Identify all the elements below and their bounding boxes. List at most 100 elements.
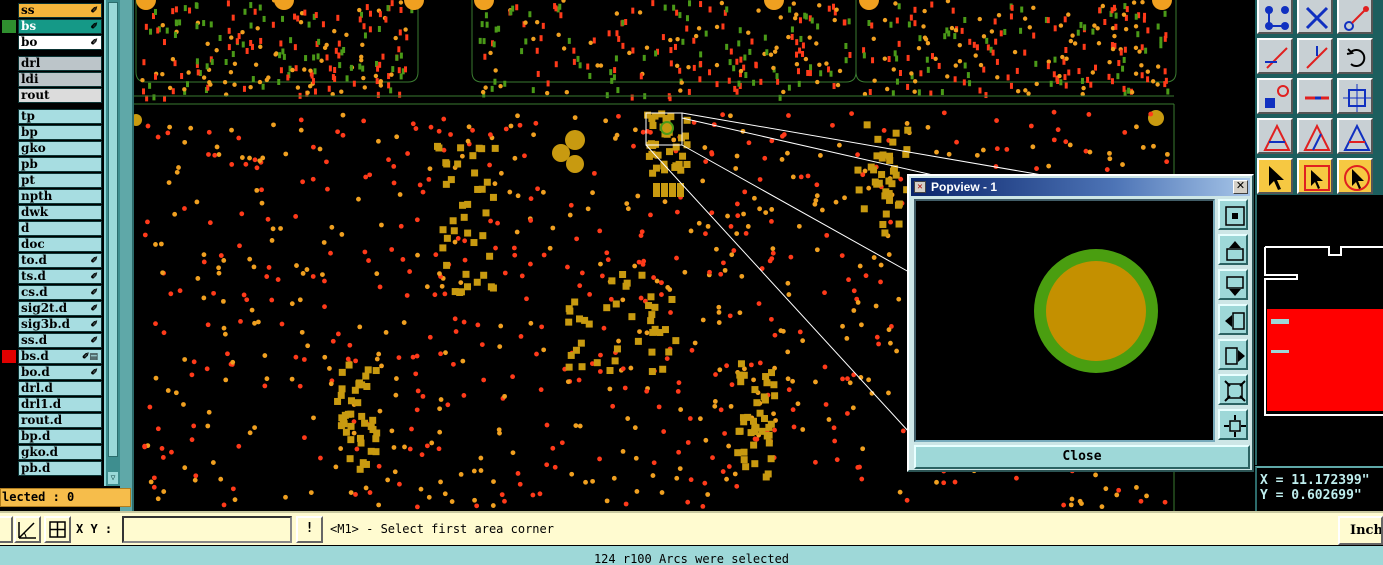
pan-right-button[interactable] — [1218, 339, 1248, 370]
layer-color-swatch[interactable] — [2, 366, 16, 379]
layer-row[interactable]: drl1.d — [0, 397, 102, 412]
layer-color-swatch[interactable] — [2, 110, 16, 123]
zoom-in-button[interactable] — [1218, 374, 1248, 405]
layer-color-swatch[interactable] — [2, 382, 16, 395]
pan-left-button[interactable] — [1218, 304, 1248, 335]
close-icon[interactable]: ✕ — [1233, 180, 1248, 194]
minus-button[interactable] — [1297, 78, 1333, 114]
scroll-down-arrow-icon[interactable]: ▽ — [108, 472, 118, 484]
layer-color-swatch[interactable] — [2, 446, 16, 459]
line-edit-button[interactable] — [1297, 38, 1333, 74]
layer-row[interactable]: npth — [0, 189, 102, 204]
layer-name[interactable]: drl.d — [18, 381, 102, 396]
layer-row[interactable]: ts.d ✐ — [0, 269, 102, 284]
layer-name[interactable]: doc — [18, 237, 102, 252]
layer-color-swatch[interactable] — [2, 254, 16, 267]
layer-row[interactable]: cs.d ✐ — [0, 285, 102, 300]
layer-color-swatch[interactable] — [2, 302, 16, 315]
layer-row[interactable]: dwk — [0, 205, 102, 220]
layer-name[interactable]: ss.d ✐ — [18, 333, 102, 348]
layer-row[interactable]: drl.d — [0, 381, 102, 396]
layer-color-swatch[interactable] — [2, 334, 16, 347]
pointer-circle-button[interactable] — [1337, 158, 1373, 194]
net-select-button[interactable] — [1337, 0, 1373, 34]
layer-row[interactable]: ss.d ✐ — [0, 333, 102, 348]
layer-name[interactable]: gko — [18, 141, 102, 156]
layer-color-swatch[interactable] — [2, 174, 16, 187]
layer-name[interactable]: bp — [18, 125, 102, 140]
layer-color-swatch[interactable] — [2, 4, 16, 17]
line-select-button[interactable] — [1257, 38, 1293, 74]
layer-row[interactable]: tp — [0, 109, 102, 124]
layer-name[interactable]: ldi — [18, 72, 102, 87]
layer-name[interactable]: tp — [18, 109, 102, 124]
layer-name[interactable]: bs.d ✐▤ — [18, 349, 102, 364]
layer-name[interactable]: bo.d ✐ — [18, 365, 102, 380]
layer-name[interactable]: rout — [18, 88, 102, 103]
layer-color-swatch[interactable] — [2, 142, 16, 155]
layer-name[interactable]: bs ✐ — [18, 19, 102, 34]
layer-row[interactable]: rout.d — [0, 413, 102, 428]
layer-row[interactable]: bs.d ✐▤ — [0, 349, 102, 364]
layer-color-swatch[interactable] — [2, 414, 16, 427]
layer-color-swatch[interactable] — [2, 73, 16, 86]
edit-layer-icon[interactable]: ✐ — [90, 21, 98, 34]
window-system-icon[interactable]: ✕ — [914, 181, 926, 193]
layer-name[interactable]: d — [18, 221, 102, 236]
edit-layer-icon[interactable]: ✐ — [90, 271, 98, 284]
layer-color-swatch[interactable] — [2, 158, 16, 171]
layer-color-swatch[interactable] — [2, 126, 16, 139]
pad-select-button[interactable] — [1257, 78, 1293, 114]
layer-color-swatch[interactable] — [2, 190, 16, 203]
layer-name[interactable]: drl — [18, 56, 102, 71]
layer-color-swatch[interactable] — [2, 398, 16, 411]
layer-row[interactable]: pb.d — [0, 461, 102, 476]
edit-layer-icon[interactable]: ✐ — [90, 367, 98, 380]
xy-coordinate-input[interactable] — [122, 516, 292, 543]
layer-name[interactable]: npth — [18, 189, 102, 204]
layer-row[interactable]: gko.d — [0, 445, 102, 460]
layer-name[interactable]: gko.d — [18, 445, 102, 460]
select-connected-button[interactable] — [1257, 0, 1293, 34]
layer-row[interactable]: drl — [0, 56, 102, 71]
layer-row[interactable]: bp.d — [0, 429, 102, 444]
layer-name[interactable]: bo ✐ — [18, 35, 102, 50]
layer-row[interactable]: gko — [0, 141, 102, 156]
edit-layer-icon[interactable]: ✐ — [90, 255, 98, 268]
scrollbar-thumb[interactable] — [108, 2, 118, 457]
layer-row[interactable]: pb — [0, 157, 102, 172]
layer-color-swatch[interactable] — [2, 89, 16, 102]
layer-color-swatch[interactable] — [2, 318, 16, 331]
layer-scrollbar[interactable]: ▽ — [104, 0, 120, 486]
layer-row[interactable]: bo.d ✐ — [0, 365, 102, 380]
layer-row[interactable]: pt — [0, 173, 102, 188]
overview-drawing[interactable] — [1257, 195, 1383, 465]
layer-row[interactable]: ldi — [0, 72, 102, 87]
edit-layer-icon[interactable]: ✐ — [90, 335, 98, 348]
layer-row[interactable]: sig2t.d ✐ — [0, 301, 102, 316]
layer-name[interactable]: sig3b.d ✐ — [18, 317, 102, 332]
edit-layer-icon[interactable]: ✐ — [90, 319, 98, 332]
rotate-button[interactable] — [1337, 38, 1373, 74]
grid-snap-button[interactable] — [44, 516, 71, 543]
edit-layer-icon[interactable]: ✐ — [90, 37, 98, 50]
layer-color-swatch[interactable] — [2, 286, 16, 299]
layer-name[interactable]: dwk — [18, 205, 102, 220]
layer-row[interactable]: d — [0, 221, 102, 236]
popview-titlebar[interactable]: ✕ Popview - 1 ✕ — [911, 178, 1250, 196]
edit-layer-icon[interactable]: ✐ — [90, 303, 98, 316]
prev-cmd-button[interactable] — [0, 516, 13, 543]
layer-color-swatch[interactable] — [2, 270, 16, 283]
layer-name[interactable]: pb.d — [18, 461, 102, 476]
pointer-button[interactable] — [1257, 158, 1293, 194]
edit-layer-icon[interactable]: ✐ — [90, 5, 98, 18]
layer-color-swatch[interactable] — [2, 222, 16, 235]
pan-down-button[interactable] — [1218, 269, 1248, 300]
layer-name[interactable]: ss ✐ — [18, 3, 102, 18]
execute-button[interactable]: ! — [296, 516, 323, 543]
triangle-outside-button[interactable] — [1337, 118, 1373, 154]
layer-row[interactable]: bo ✐ — [0, 35, 102, 50]
popview-close-button[interactable]: Close — [914, 445, 1250, 469]
layer-name[interactable]: pt — [18, 173, 102, 188]
layer-name[interactable]: sig2t.d ✐ — [18, 301, 102, 316]
